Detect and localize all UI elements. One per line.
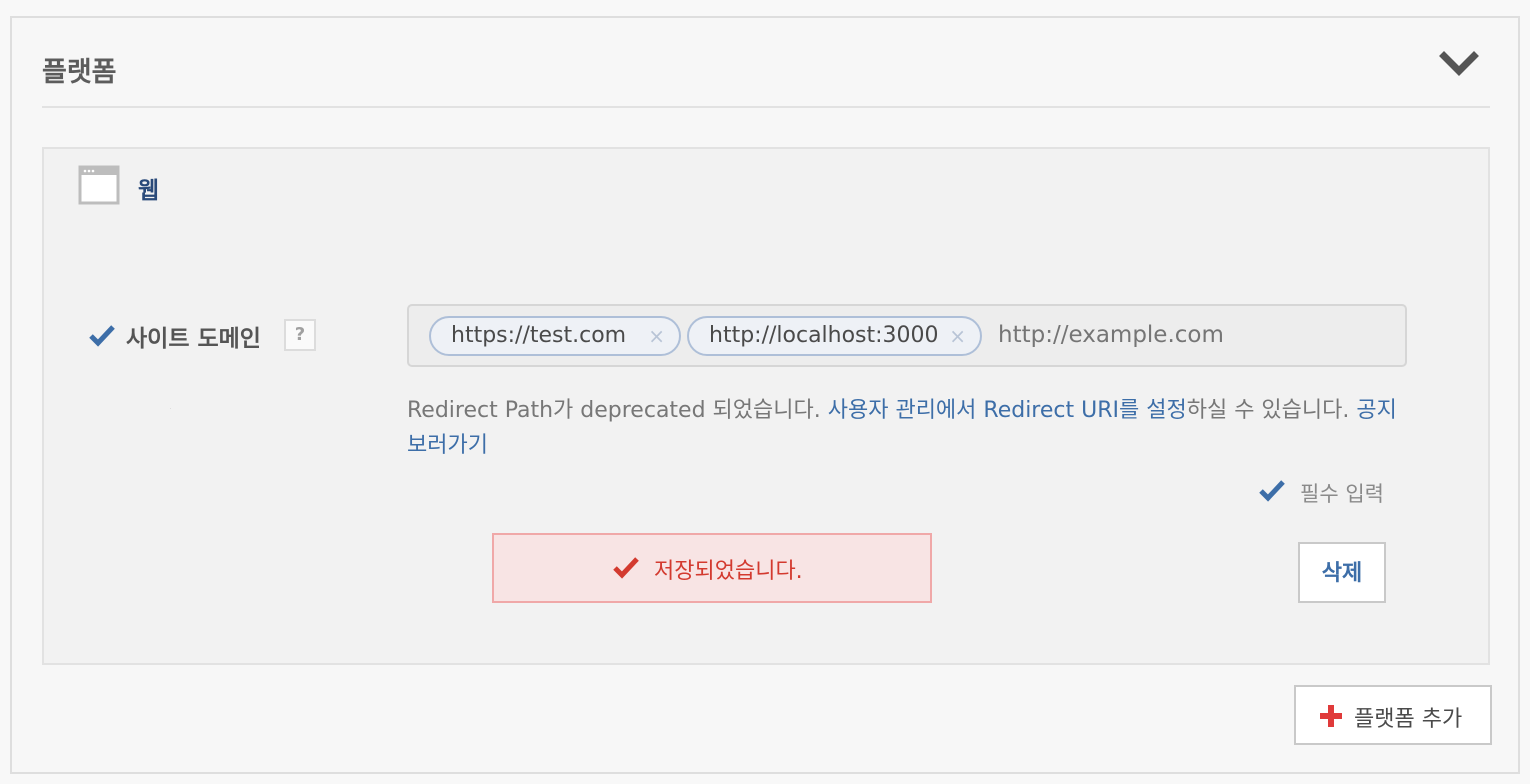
- domain-text-input[interactable]: [998, 306, 1388, 365]
- platform-panel: 플랫폼 웹 사이트 도메인 ? https://test.com × http:…: [10, 16, 1520, 774]
- web-platform-card: 웹 사이트 도메인 ? https://test.com × http://lo…: [42, 147, 1490, 665]
- domain-tag: http://localhost:3000 ×: [687, 316, 982, 356]
- panel-title: 플랫폼: [42, 57, 117, 88]
- plus-icon: [1320, 705, 1342, 727]
- user-management-link[interactable]: 사용자 관리에서 Redirect URI를 설정: [828, 398, 1187, 423]
- required-legend: 필수 입력: [1258, 476, 1418, 510]
- domain-tag-value: http://localhost:3000: [709, 323, 939, 348]
- divider: [170, 408, 171, 409]
- domain-tag: https://test.com ×: [429, 316, 681, 356]
- panel-header: 플랫폼: [42, 46, 1490, 108]
- chevron-down-icon[interactable]: [1438, 46, 1480, 82]
- save-success-text: 저장되었습니다.: [654, 559, 803, 584]
- check-icon: [612, 555, 640, 581]
- browser-window-icon: [78, 165, 120, 207]
- notice-text: Redirect Path가 deprecated 되었습니다.: [407, 398, 828, 423]
- domain-tag-value: https://test.com: [451, 323, 627, 348]
- add-platform-label: 플랫폼 추가: [1354, 707, 1463, 732]
- save-success-message: 저장되었습니다.: [492, 533, 932, 603]
- site-domain-input[interactable]: https://test.com × http://localhost:3000…: [407, 304, 1407, 367]
- help-icon[interactable]: ?: [284, 319, 316, 351]
- add-platform-button[interactable]: 플랫폼 추가: [1294, 685, 1492, 745]
- required-legend-text: 필수 입력: [1300, 482, 1384, 506]
- delete-button[interactable]: 삭제: [1298, 542, 1386, 603]
- required-check-icon: [88, 323, 116, 349]
- close-icon[interactable]: ×: [648, 318, 665, 354]
- close-icon[interactable]: ×: [949, 318, 966, 354]
- notice-text: 하실 수 있습니다.: [1186, 398, 1357, 423]
- site-domain-label: 사이트 도메인: [126, 326, 261, 352]
- check-icon: [1258, 478, 1286, 504]
- platform-name: 웹: [138, 178, 160, 204]
- deprecation-notice: Redirect Path가 deprecated 되었습니다. 사용자 관리에…: [407, 393, 1417, 463]
